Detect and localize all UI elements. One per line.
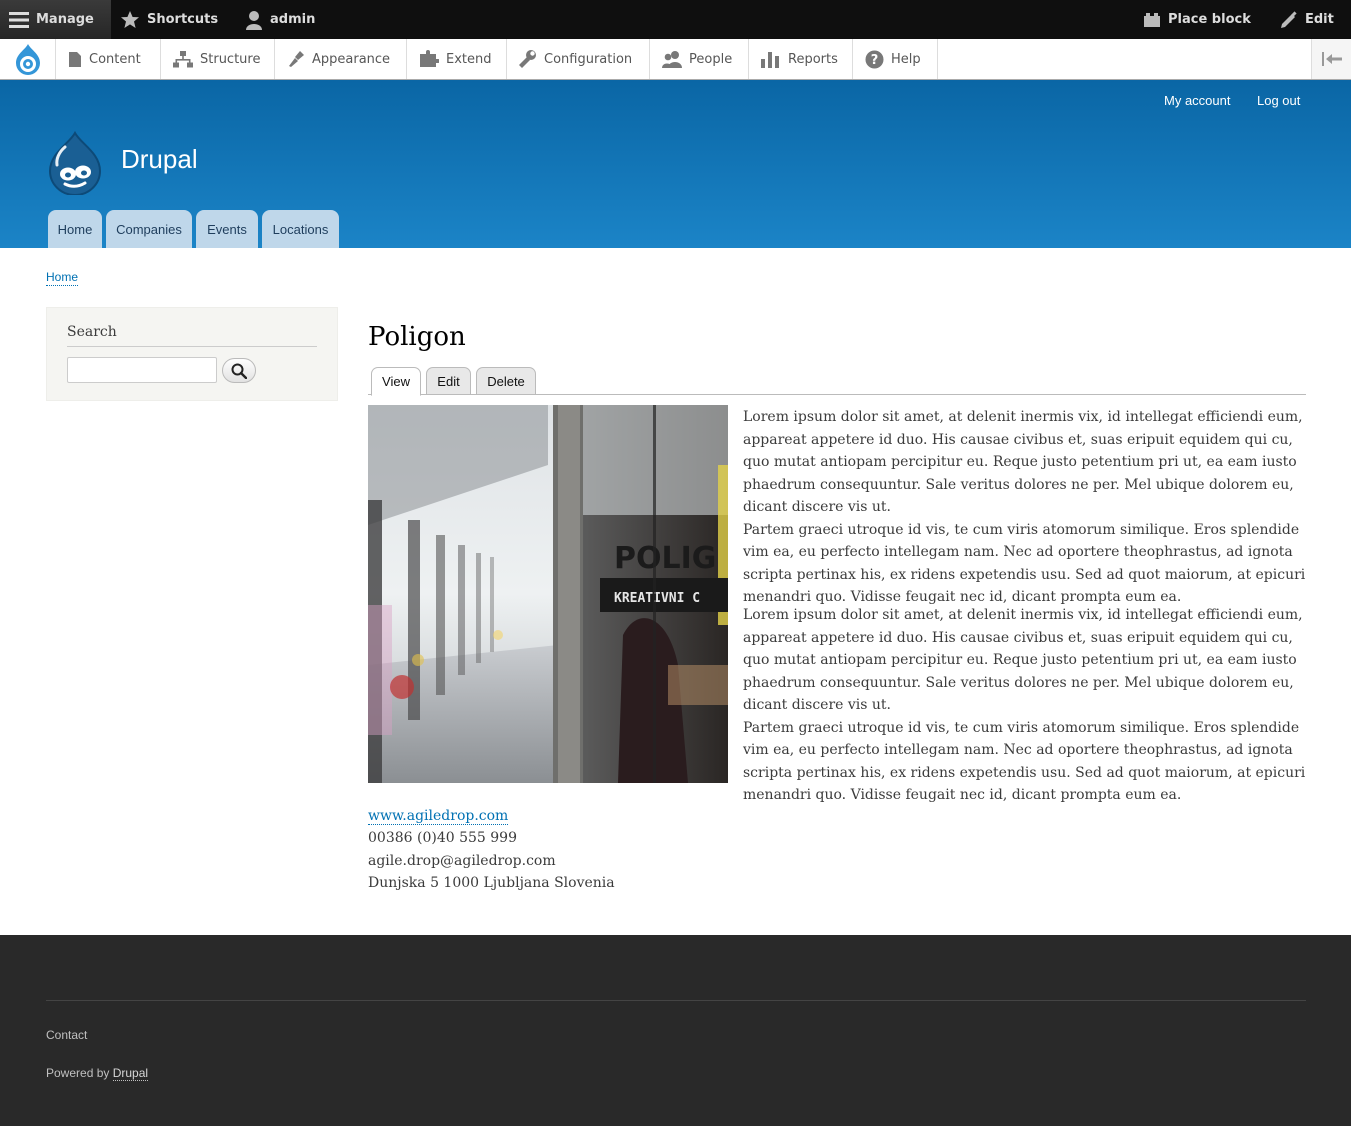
- menu-icon: [9, 11, 29, 28]
- tray-configuration[interactable]: Configuration: [507, 39, 650, 79]
- tray-help[interactable]: ? Help: [853, 39, 938, 79]
- user-label: admin: [270, 12, 316, 27]
- place-block-button[interactable]: Place block: [1143, 0, 1251, 39]
- search-input[interactable]: [67, 357, 217, 383]
- sitemap-icon: [173, 50, 193, 67]
- sidebar-search-block: Search: [46, 307, 338, 401]
- tray-help-label: Help: [891, 51, 921, 67]
- website-link[interactable]: www.agiledrop.com: [368, 808, 509, 825]
- manage-label: Manage: [36, 12, 94, 27]
- pencil-icon: [1281, 10, 1297, 28]
- my-account-link[interactable]: My account: [1164, 93, 1230, 108]
- image-sign-subtext: KREATIVNI C: [614, 591, 700, 606]
- wrench-icon: [519, 50, 536, 68]
- tray-content[interactable]: Content: [56, 39, 161, 79]
- puzzle-icon: [420, 50, 439, 67]
- tray-content-label: Content: [89, 51, 141, 67]
- site-header: My account Log out Drupal Home Companies…: [0, 80, 1351, 248]
- search-button[interactable]: [222, 358, 256, 383]
- footer-contact-link[interactable]: Contact: [46, 1028, 87, 1042]
- tab-view[interactable]: View: [371, 367, 421, 396]
- tray-people[interactable]: People: [650, 39, 749, 79]
- star-icon: [121, 10, 139, 28]
- admin-toolbar: Manage Shortcuts admin Place block Edit: [0, 0, 1351, 39]
- people-icon: [662, 51, 682, 68]
- body-paragraph: Partem graeci utroque id vis, te cum vir…: [743, 719, 1306, 804]
- tray-reports[interactable]: Reports: [749, 39, 853, 79]
- shortcuts-label: Shortcuts: [147, 12, 219, 27]
- body-block-2: Lorem ipsum dolor sit amet, at delenit i…: [743, 604, 1309, 807]
- address-field: Dunjska 5 1000 Ljubljana Slovenia: [368, 875, 615, 891]
- main-nav-locations[interactable]: Locations: [262, 210, 339, 248]
- tray-orientation-toggle[interactable]: [1311, 39, 1351, 79]
- drupal-drop-icon: [15, 44, 40, 75]
- breadcrumb-home[interactable]: Home: [46, 270, 79, 286]
- tray-appearance-label: Appearance: [312, 51, 391, 67]
- tray-structure[interactable]: Structure: [161, 39, 275, 79]
- search-icon: [231, 363, 247, 379]
- email-field: agile.drop@agiledrop.com: [368, 853, 556, 869]
- tray-appearance[interactable]: Appearance: [275, 39, 407, 79]
- image-sign-text: POLIG: [614, 541, 716, 576]
- tray-extend[interactable]: Extend: [407, 39, 507, 79]
- search-block-title: Search: [67, 324, 317, 347]
- bar-chart-icon: [761, 52, 779, 68]
- powered-by-drupal-link[interactable]: Drupal: [112, 1066, 149, 1081]
- site-name[interactable]: Drupal: [121, 144, 198, 175]
- tab-edit[interactable]: Edit: [426, 367, 471, 395]
- block-icon: [1144, 12, 1160, 27]
- drupal-home-link[interactable]: [0, 39, 56, 79]
- powered-by: Powered by Drupal: [46, 1066, 149, 1081]
- company-image: POLIG KREATIVNI C: [368, 405, 728, 783]
- body-paragraph: Lorem ipsum dolor sit amet, at delenit i…: [743, 607, 1303, 713]
- tray-reports-label: Reports: [788, 51, 838, 67]
- main-nav-events[interactable]: Events: [196, 210, 258, 248]
- main-nav-companies[interactable]: Companies: [106, 210, 192, 248]
- powered-by-text: Powered by: [46, 1066, 110, 1080]
- tray-configuration-label: Configuration: [544, 51, 633, 67]
- tray-extend-label: Extend: [446, 51, 492, 67]
- brush-icon: [289, 51, 304, 67]
- help-icon: ?: [865, 50, 884, 68]
- person-icon: [246, 10, 262, 30]
- body-block-1: Lorem ipsum dolor sit amet, at delenit i…: [743, 406, 1309, 609]
- body-paragraph: Partem graeci utroque id vis, te cum vir…: [743, 521, 1306, 606]
- file-icon: [69, 51, 81, 67]
- page-title: Poligon: [368, 322, 466, 352]
- tab-delete[interactable]: Delete: [476, 367, 536, 395]
- shortcuts-button[interactable]: Shortcuts: [120, 0, 218, 39]
- collapse-left-icon: [1321, 52, 1342, 66]
- main-nav-home[interactable]: Home: [48, 210, 102, 248]
- site-footer: Contact Powered by Drupal: [0, 935, 1351, 1126]
- svg-text:?: ?: [871, 53, 879, 68]
- website-field: www.agiledrop.com: [368, 805, 509, 827]
- manage-button[interactable]: Manage: [0, 0, 111, 39]
- site-logo[interactable]: [45, 130, 105, 196]
- tray-structure-label: Structure: [200, 51, 261, 67]
- admin-tray: Content Structure Appearance Extend Conf…: [0, 39, 1351, 80]
- user-button[interactable]: admin: [245, 0, 315, 39]
- office-photo: POLIG KREATIVNI C: [368, 405, 728, 783]
- drupal-logo-icon: [48, 130, 102, 196]
- edit-label: Edit: [1305, 12, 1334, 27]
- footer-divider: [46, 1000, 1306, 1001]
- log-out-link[interactable]: Log out: [1257, 93, 1300, 108]
- body-paragraph: Lorem ipsum dolor sit amet, at delenit i…: [743, 409, 1303, 515]
- tray-people-label: People: [689, 51, 733, 67]
- place-block-label: Place block: [1168, 12, 1251, 27]
- edit-mode-button[interactable]: Edit: [1280, 0, 1334, 39]
- phone-field: 00386 (0)40 555 999: [368, 830, 517, 846]
